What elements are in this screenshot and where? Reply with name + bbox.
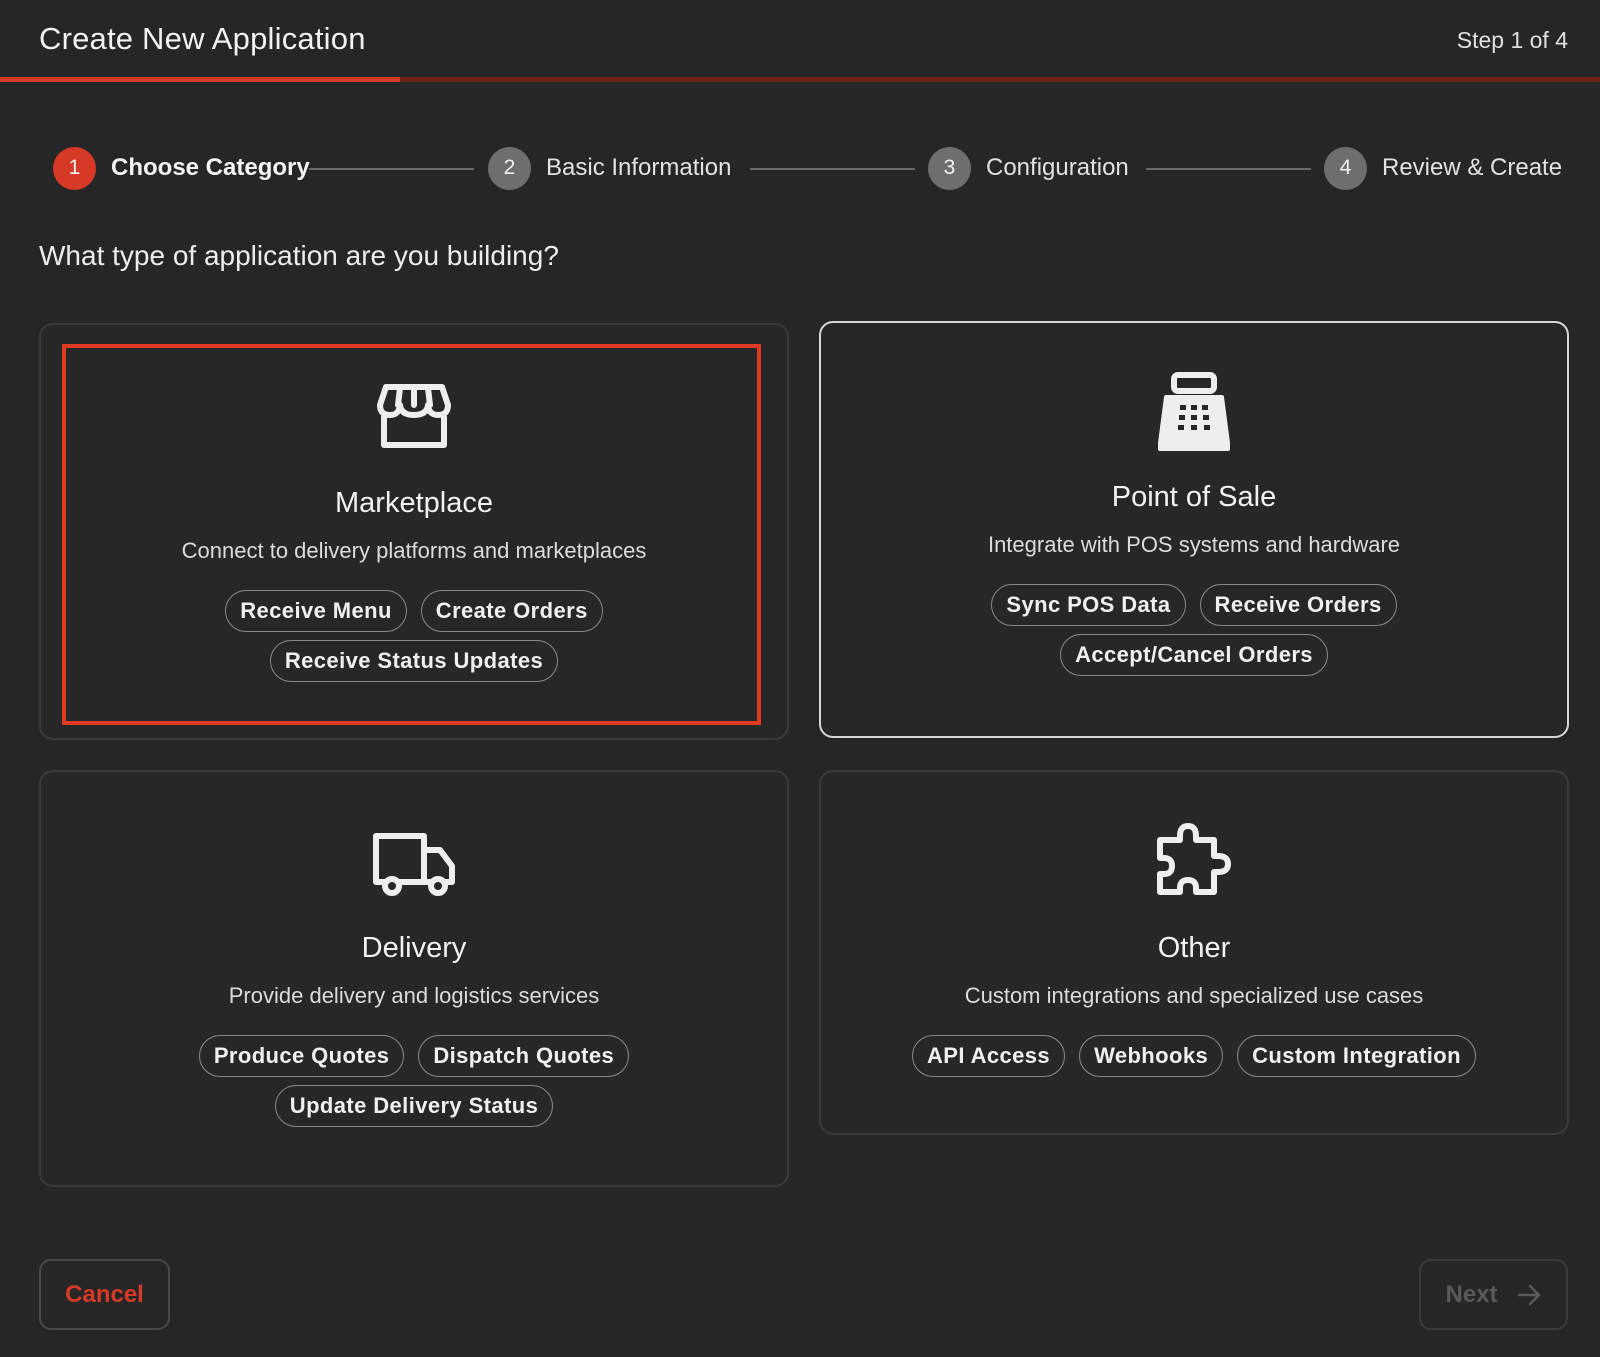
cash-register-icon [1152,371,1236,455]
step-review-create: 4 Review & Create [1324,146,1562,190]
stepper-connector [1146,168,1311,170]
puzzle-piece-icon [1152,822,1236,906]
step-number: 4 [1324,146,1367,190]
feature-tag: Dispatch Quotes [418,1035,630,1077]
feature-tags: API Access Webhooks Custom Integration [874,1035,1514,1077]
feature-tags: Sync POS Data Receive Orders Accept/Canc… [934,584,1454,676]
feature-tags: Produce Quotes Dispatch Quotes Update De… [154,1035,674,1127]
step-choose-category: 1 Choose Category [53,146,310,190]
step-label: Review & Create [1382,154,1563,181]
stepper-connector [750,168,915,170]
create-application-dialog: Create New Application Step 1 of 4 1 Cho… [0,0,1600,1357]
step-number: 3 [928,146,971,190]
category-card-marketplace[interactable]: Marketplace Connect to delivery platform… [39,323,789,740]
storefront-icon [372,377,456,461]
category-card-delivery[interactable]: Delivery Provide delivery and logistics … [39,770,789,1187]
feature-tag: Sync POS Data [991,584,1186,626]
next-button-label: Next [1445,1280,1498,1308]
card-title: Other [1157,932,1231,964]
progress-bar-fill [0,77,400,82]
feature-tag: Receive Status Updates [269,640,559,682]
cancel-button[interactable]: Cancel [39,1259,170,1330]
feature-tag: Receive Menu [225,590,407,632]
dialog-header: Create New Application Step 1 of 4 [0,0,1600,82]
arrow-right-icon [1516,1282,1542,1308]
step-number: 2 [488,146,531,190]
stepper: 1 Choose Category 2 Basic Information 3 … [0,146,1600,190]
stepper-connector [309,168,474,170]
step-label: Configuration [986,154,1129,181]
feature-tag: Receive Orders [1199,584,1397,626]
step-label: Basic Information [546,154,732,181]
step-configuration: 3 Configuration [928,146,1129,190]
feature-tag: Accept/Cancel Orders [1060,634,1328,676]
card-description: Custom integrations and specialized use … [964,983,1424,1008]
category-card-other[interactable]: Other Custom integrations and specialize… [819,770,1569,1135]
feature-tag: Update Delivery Status [274,1085,554,1127]
category-card-point-of-sale[interactable]: Point of Sale Integrate with POS systems… [819,321,1569,738]
step-label: Choose Category [111,154,310,181]
card-title: Delivery [361,932,467,964]
card-description: Connect to delivery platforms and market… [181,538,647,563]
card-description: Provide delivery and logistics services [228,983,600,1008]
truck-icon [372,822,456,906]
step-number: 1 [53,146,96,190]
feature-tag: Produce Quotes [198,1035,405,1077]
dialog-title: Create New Application [39,21,366,56]
card-title: Marketplace [335,487,493,519]
feature-tag: API Access [912,1035,1066,1077]
feature-tag: Webhooks [1079,1035,1224,1077]
step-basic-information: 2 Basic Information [488,146,731,190]
feature-tags: Receive Menu Create Orders Receive Statu… [154,590,674,682]
card-description: Integrate with POS systems and hardware [987,532,1401,557]
feature-tag: Create Orders [420,590,603,632]
category-question: What type of application are you buildin… [39,240,559,271]
next-button[interactable]: Next [1419,1259,1568,1330]
progress-bar [0,77,1600,82]
feature-tag: Custom Integration [1237,1035,1476,1077]
card-title: Point of Sale [1111,481,1277,513]
step-indicator: Step 1 of 4 [1456,27,1568,53]
